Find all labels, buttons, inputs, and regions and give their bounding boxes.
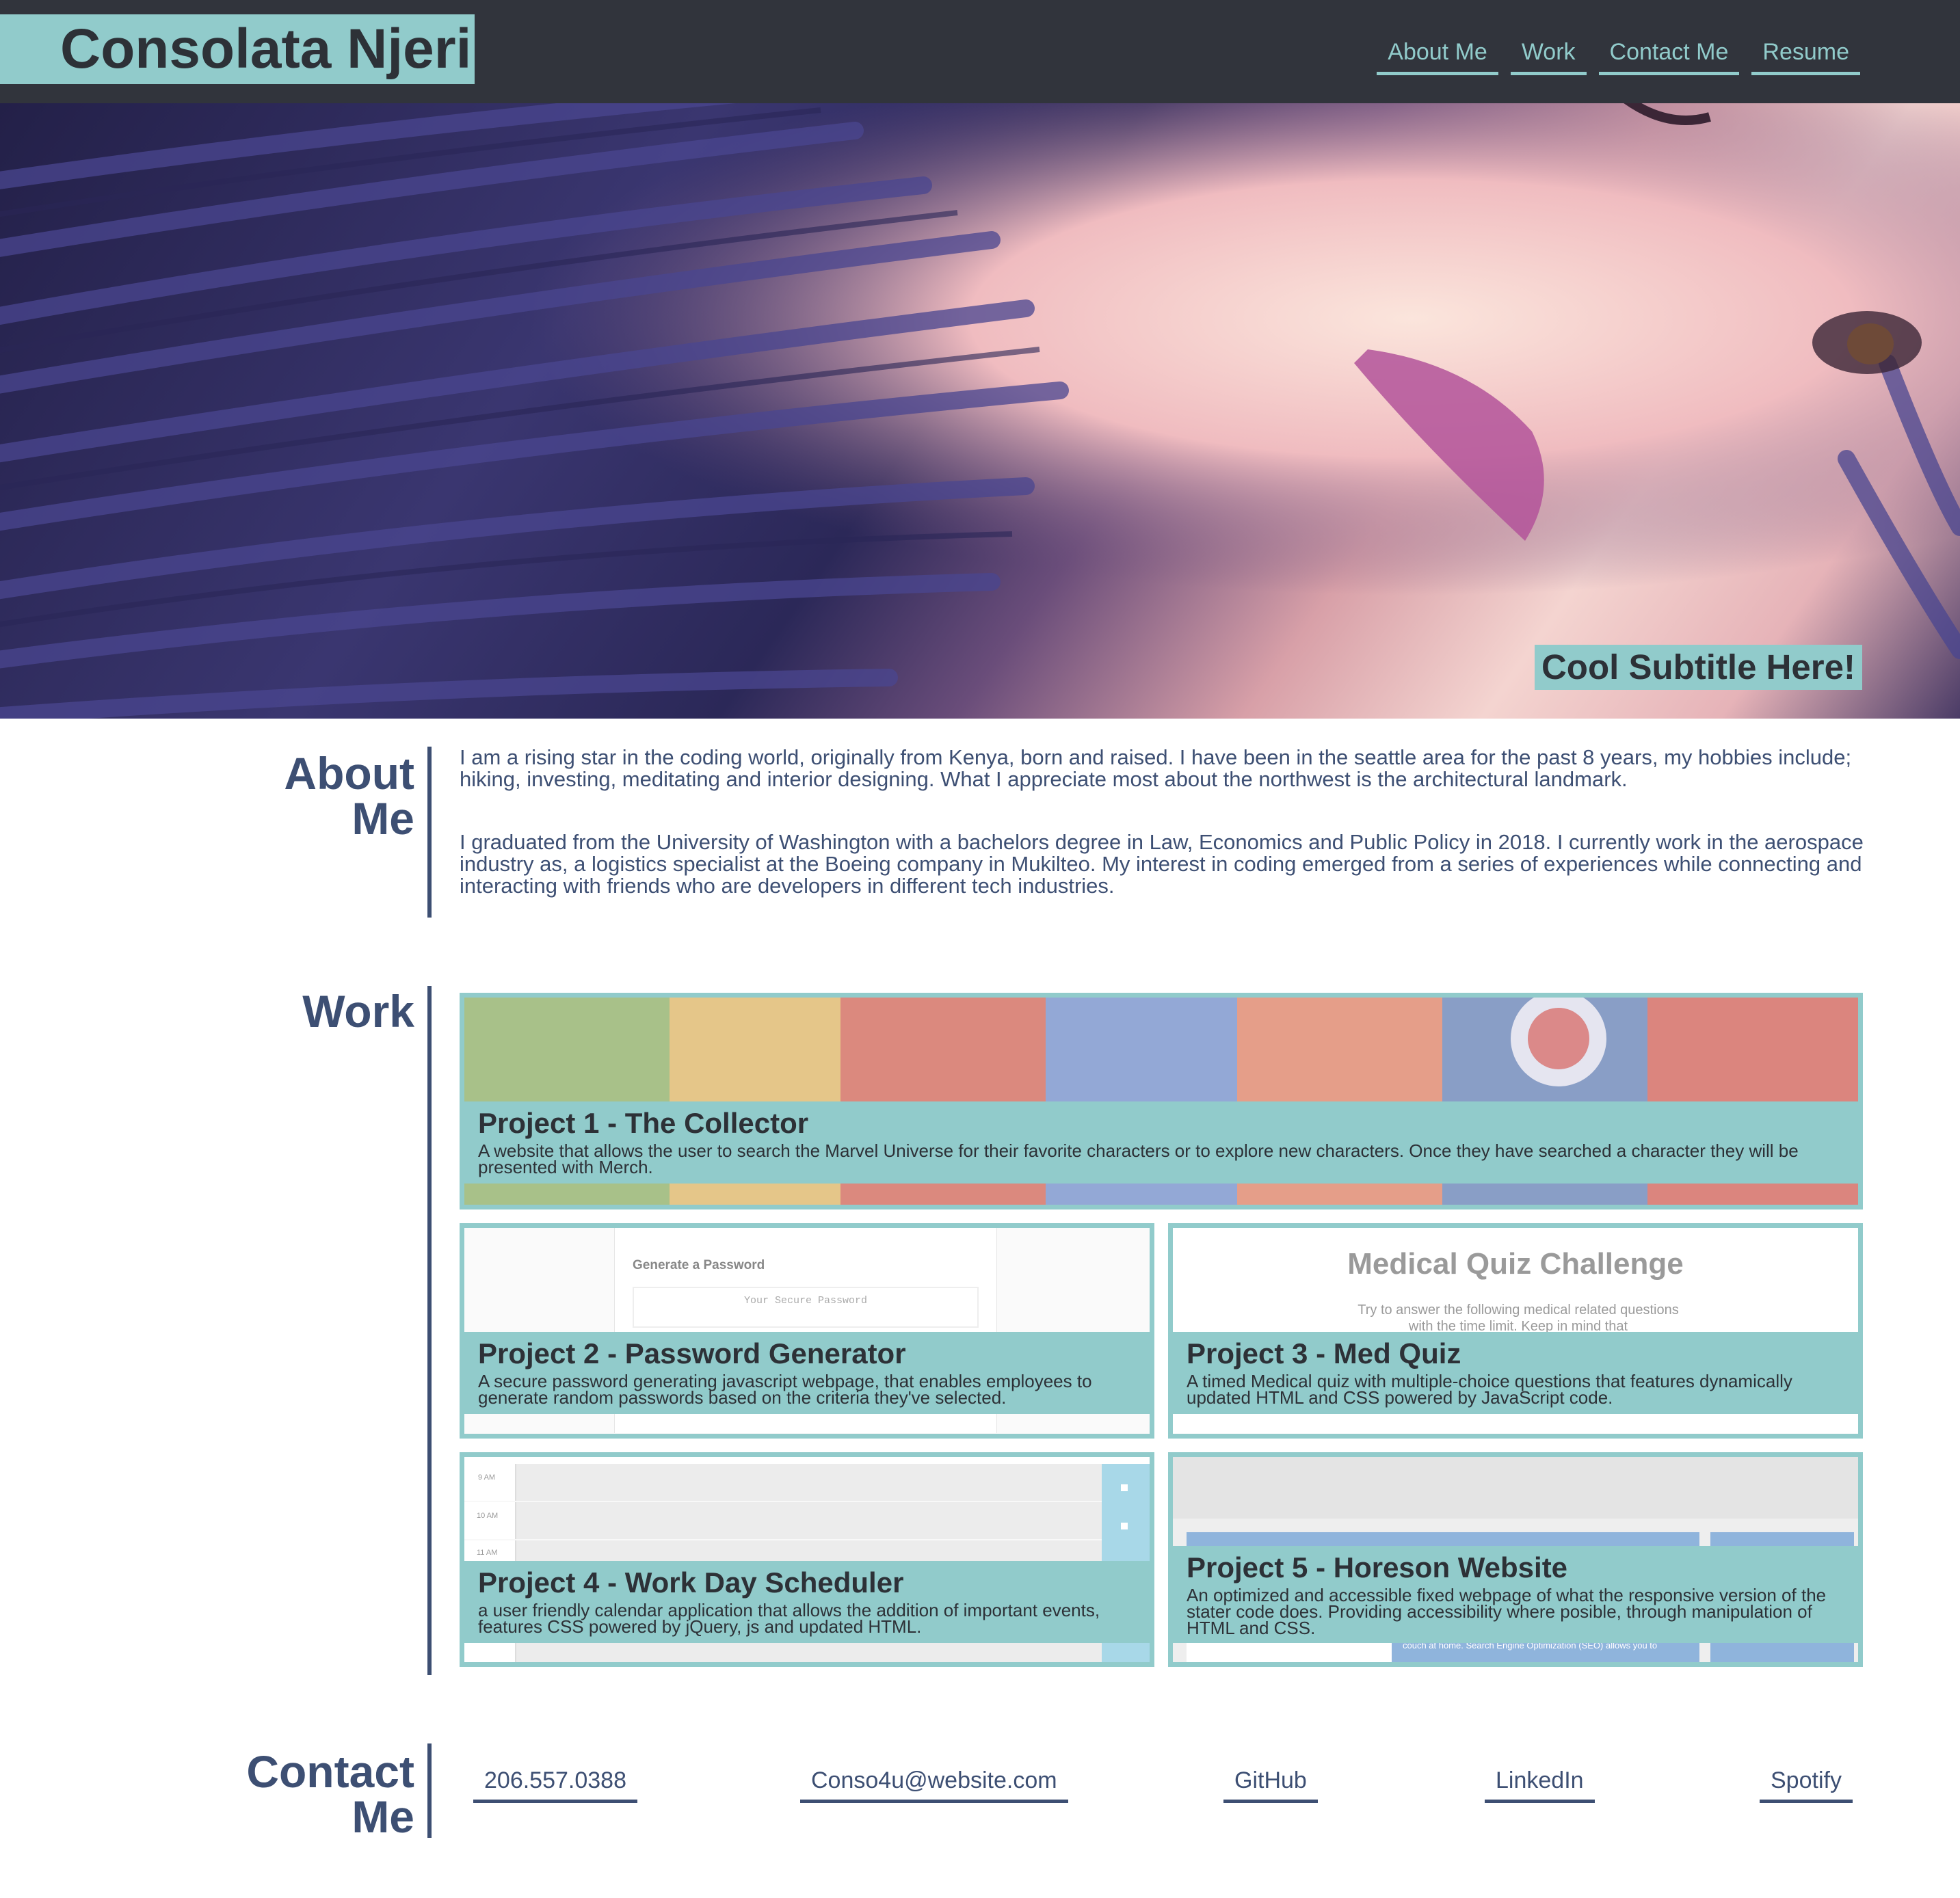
password-preview-heading: Generate a Password xyxy=(633,1258,765,1272)
project-3-title[interactable]: Project 3 - Med Quiz xyxy=(1187,1337,1844,1370)
password-preview-field: Your Secure Password xyxy=(633,1287,979,1328)
main-nav: About Me Work Contact Me Resume xyxy=(1377,36,1860,75)
hero-banner: Cool Subtitle Here! xyxy=(0,103,1960,719)
work-title: Work xyxy=(155,989,414,1034)
project-card-4[interactable]: 9 AM 10 AM 11 AM Project 4 - Work Day Sc… xyxy=(460,1452,1154,1667)
lock-icon xyxy=(1121,1484,1128,1491)
contact-title: Contact Me xyxy=(155,1749,414,1839)
project-3-info: Project 3 - Med Quiz A timed Medical qui… xyxy=(1173,1332,1858,1414)
project-1-info: Project 1 - The Collector A website that… xyxy=(464,1101,1858,1184)
about-divider xyxy=(427,747,432,918)
about-title-line1: About xyxy=(284,748,414,799)
nav-work-link[interactable]: Work xyxy=(1510,36,1587,75)
project-card-1[interactable]: Project 1 - The Collector A website that… xyxy=(460,993,1863,1209)
work-divider xyxy=(427,986,432,1675)
project-2-title[interactable]: Project 2 - Password Generator xyxy=(478,1337,1136,1370)
project-card-2[interactable]: Generate a Password Your Secure Password… xyxy=(460,1223,1154,1439)
contact-title-line1: Contact xyxy=(246,1746,414,1797)
contact-phone-link[interactable]: 206.557.0388 xyxy=(473,1765,637,1803)
scheduler-hour-9: 9 AM xyxy=(478,1473,496,1482)
project-5-description: An optimized and accessible fixed webpag… xyxy=(1187,1585,1827,1638)
project-4-title[interactable]: Project 4 - Work Day Scheduler xyxy=(478,1566,1136,1599)
contact-email-link[interactable]: Conso4u@website.com xyxy=(800,1765,1068,1803)
hero-subtitle: Cool Subtitle Here! xyxy=(1541,647,1855,686)
project-card-3[interactable]: Medical Quiz Challenge Try to answer the… xyxy=(1168,1223,1863,1439)
project-2-description: A secure password generating javascript … xyxy=(478,1371,1092,1408)
project-3-description: A timed Medical quiz with multiple-choic… xyxy=(1187,1371,1792,1408)
site-header: Consolata Njeri About Me Work Contact Me… xyxy=(0,0,1960,103)
about-title-line2: Me xyxy=(352,793,414,844)
project-1-description: A website that allows the user to search… xyxy=(478,1140,1799,1177)
hero-portrait-image xyxy=(0,103,1960,719)
contact-title-line2: Me xyxy=(352,1791,414,1842)
project-4-info: Project 4 - Work Day Scheduler a user fr… xyxy=(464,1561,1150,1643)
contact-spotify-link[interactable]: Spotify xyxy=(1760,1765,1853,1803)
brand-box: Consolata Njeri xyxy=(0,14,475,84)
scheduler-hour-10: 10 AM xyxy=(477,1512,499,1520)
scheduler-hour-11: 11 AM xyxy=(477,1549,498,1557)
contact-divider xyxy=(427,1743,432,1838)
about-paragraph-1: I am a rising star in the coding world, … xyxy=(460,745,1852,791)
brand-name[interactable]: Consolata Njeri xyxy=(60,17,471,81)
nav-resume-link[interactable]: Resume xyxy=(1751,36,1860,75)
project-5-info: Project 5 - Horeson Website An optimized… xyxy=(1173,1546,1858,1643)
about-text: I am a rising star in the coding world, … xyxy=(460,747,1868,938)
project-1-title[interactable]: Project 1 - The Collector xyxy=(478,1107,1844,1140)
lock-icon xyxy=(1121,1523,1128,1529)
about-paragraph-2: I graduated from the University of Washi… xyxy=(460,830,1864,898)
nav-contact-link[interactable]: Contact Me xyxy=(1598,36,1740,75)
about-title: About Me xyxy=(155,751,414,841)
project-card-5[interactable]: couch at home. Search Engine Optimizatio… xyxy=(1168,1452,1863,1667)
work-title-text: Work xyxy=(302,986,414,1037)
med-quiz-preview-heading: Medical Quiz Challenge xyxy=(1347,1247,1684,1281)
project-2-info: Project 2 - Password Generator A secure … xyxy=(464,1332,1150,1414)
contact-github-link[interactable]: GitHub xyxy=(1223,1765,1318,1803)
hero-subtitle-box: Cool Subtitle Here! xyxy=(1534,645,1862,690)
project-4-description: a user friendly calendar application tha… xyxy=(478,1600,1100,1637)
nav-about-link[interactable]: About Me xyxy=(1377,36,1498,75)
project-5-title[interactable]: Project 5 - Horeson Website xyxy=(1187,1551,1844,1584)
med-quiz-preview-text: Try to answer the following medical rela… xyxy=(1358,1302,1679,1334)
contact-linkedin-link[interactable]: LinkedIn xyxy=(1485,1765,1595,1803)
